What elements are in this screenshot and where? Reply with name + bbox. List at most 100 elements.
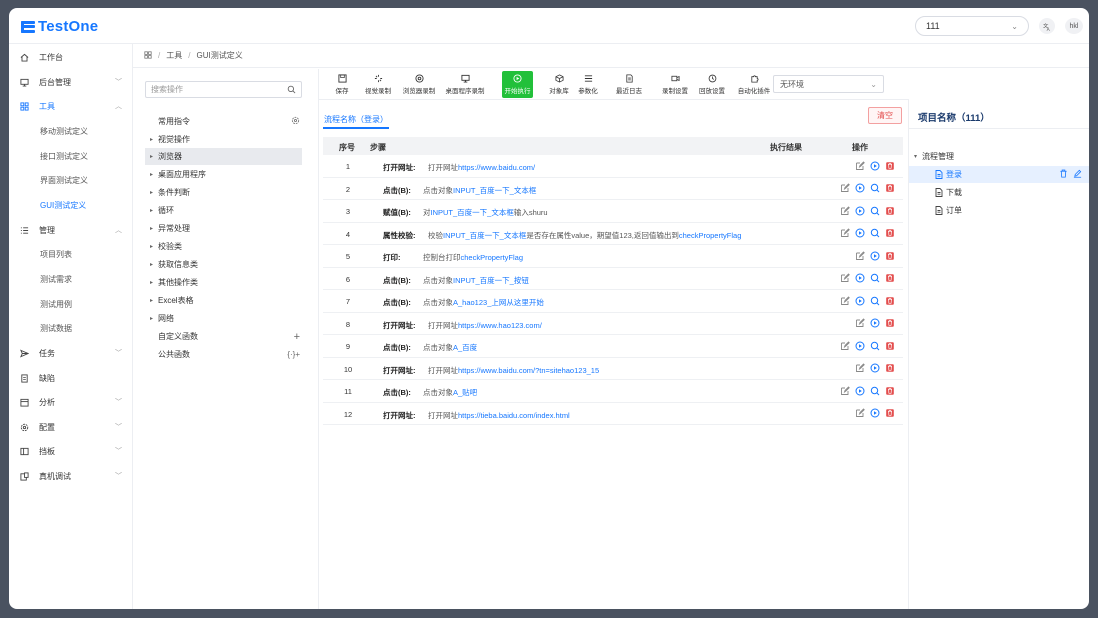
run-step-icon[interactable] [854, 160, 865, 171]
sidebar-item-tasks[interactable]: 任务 ﹀ [9, 343, 133, 363]
op-browser[interactable]: ▸ 浏览器 [145, 148, 302, 165]
sidebar-item-workbench[interactable]: 工作台 [9, 47, 133, 67]
visual-record-button[interactable]: 视觉录制 [362, 71, 394, 98]
delete-icon[interactable] [884, 160, 895, 171]
locate-icon[interactable] [869, 295, 880, 306]
step-desc-link[interactable]: INPUT_百度一下_按钮 [453, 276, 529, 285]
delete-icon[interactable] [884, 408, 895, 419]
run-step-icon[interactable] [869, 250, 880, 261]
run-step-icon[interactable] [869, 318, 880, 329]
edit-icon[interactable] [839, 205, 850, 216]
sidebar-item-gui-test[interactable]: GUI测试定义 [9, 195, 133, 215]
sidebar-item-config[interactable]: 配置 ﹀ [9, 417, 133, 437]
step-desc-link[interactable]: https://tieba.baidu.com/index.html [458, 411, 570, 420]
edit-icon[interactable] [839, 385, 850, 396]
op-common-commands[interactable]: 常用指令 [145, 113, 302, 130]
table-row[interactable]: 6 点击(B): 点击对象INPUT_百度一下_按钮 [323, 268, 903, 290]
grid-home-icon[interactable] [144, 50, 152, 61]
clear-button[interactable]: 清空 [868, 107, 902, 124]
delete-icon[interactable] [884, 205, 895, 216]
locate-icon[interactable] [869, 385, 880, 396]
delete-icon[interactable] [884, 340, 895, 351]
locate-icon[interactable] [869, 340, 880, 351]
replay-settings-button[interactable]: 回放设置 [696, 71, 728, 98]
edit-icon[interactable] [839, 183, 850, 194]
function-add-icon[interactable]: {·}+ [287, 350, 300, 359]
sidebar-item-baffle[interactable]: 挡板 ﹀ [9, 441, 133, 461]
run-step-icon[interactable] [854, 205, 865, 216]
delete-icon[interactable] [884, 183, 895, 194]
tree-node-flow-management[interactable]: ▾ 流程管理 [909, 148, 1089, 165]
gear-icon[interactable] [291, 116, 300, 127]
user-avatar[interactable]: hkl [1065, 18, 1083, 34]
recent-logs-button[interactable]: 最近日志 [614, 71, 644, 98]
run-step-icon[interactable] [854, 385, 865, 396]
delete-icon[interactable] [884, 228, 895, 239]
edit-icon[interactable] [839, 340, 850, 351]
run-step-icon[interactable] [854, 340, 865, 351]
sidebar-item-api-test[interactable]: 接口测试定义 [9, 146, 133, 166]
step-desc-link[interactable]: https://www.baidu.com/?tn=sitehao123_15 [458, 366, 599, 375]
start-execution-button[interactable]: 开始执行 [502, 71, 533, 98]
add-icon[interactable]: + [294, 331, 300, 343]
record-settings-button[interactable]: 录制设置 [659, 71, 691, 98]
sidebar-item-defects[interactable]: 缺陷 [9, 368, 133, 388]
sidebar-item-mobile-test[interactable]: 移动测试定义 [9, 121, 133, 141]
op-network[interactable]: ▸ 网络 [145, 310, 302, 327]
step-desc-link[interactable]: A_hao123_上网从这里开始 [453, 298, 544, 307]
sidebar-item-projects[interactable]: 项目列表 [9, 244, 133, 264]
step-desc-link[interactable]: INPUT_百度一下_文本框 [443, 231, 526, 240]
tree-node-download[interactable]: 下载 [909, 184, 1089, 201]
delete-icon[interactable] [1059, 169, 1068, 180]
sidebar-item-manage[interactable]: 管理 ︿ [9, 220, 133, 240]
ops-search-input[interactable]: 搜索操作 [145, 81, 302, 98]
save-button[interactable]: 保存 [331, 71, 353, 98]
table-row[interactable]: 4 属性校验: 校验INPUT_百度一下_文本框是否存在属性value，期望值123… [323, 223, 903, 245]
delete-icon[interactable] [884, 385, 895, 396]
delete-icon[interactable] [884, 250, 895, 261]
desktop-record-button[interactable]: 桌面程序录制 [443, 71, 487, 98]
table-row[interactable]: 12 打开网址: 打开网址https://tieba.baidu.com/index… [323, 403, 903, 425]
run-step-icon[interactable] [854, 318, 865, 329]
sidebar-item-requirements[interactable]: 测试需求 [9, 269, 133, 289]
run-step-icon[interactable] [854, 408, 865, 419]
run-step-icon[interactable] [854, 295, 865, 306]
sidebar-item-device-debug[interactable]: 真机调试 ﹀ [9, 466, 133, 486]
run-step-icon[interactable] [854, 273, 865, 284]
op-loop[interactable]: ▸ 循环 [145, 202, 302, 219]
step-desc-link[interactable]: checkPropertyFlag [461, 253, 524, 262]
run-step-icon[interactable] [854, 183, 865, 194]
table-row[interactable]: 8 打开网址: 打开网址https://www.hao123.com/ [323, 313, 903, 335]
sidebar-item-analysis[interactable]: 分析 ﹀ [9, 392, 133, 412]
op-custom-functions[interactable]: 自定义函数 + [145, 328, 302, 345]
sidebar-item-backend[interactable]: 后台管理 ﹀ [9, 72, 133, 92]
translate-icon[interactable]: 文A [1039, 18, 1055, 34]
sidebar-item-data[interactable]: 测试数据 [9, 318, 133, 338]
step-desc-link[interactable]: A_百度 [453, 343, 477, 352]
op-visual[interactable]: ▸ 视觉操作 [145, 131, 302, 148]
table-row[interactable]: 3 赋值(B): 对INPUT_百度一下_文本框输入shuru [323, 200, 903, 223]
table-row[interactable]: 7 点击(B): 点击对象A_hao123_上网从这里开始 [323, 290, 903, 313]
op-public-functions[interactable]: 公共函数 {·}+ [145, 346, 302, 363]
table-row[interactable]: 2 点击(B): 点击对象INPUT_百度一下_文本框 [323, 178, 903, 200]
op-assert[interactable]: ▸ 校验类 [145, 238, 302, 255]
automation-plugin-button[interactable]: 自动化插件 [736, 71, 772, 98]
table-row[interactable]: 11 点击(B): 点击对象A_贴吧 [323, 380, 903, 403]
table-row[interactable]: 9 点击(B): 点击对象A_百度 [323, 335, 903, 358]
parameterize-button[interactable]: 参数化 [576, 71, 600, 98]
step-desc-link[interactable]: https://www.hao123.com/ [458, 321, 542, 330]
delete-icon[interactable] [884, 295, 895, 306]
run-step-icon[interactable] [869, 363, 880, 374]
project-select[interactable]: 111 ⌄ [915, 16, 1029, 36]
op-exception[interactable]: ▸ 异常处理 [145, 220, 302, 237]
delete-icon[interactable] [884, 273, 895, 284]
table-row[interactable]: 5 打印: 控制台打印checkPropertyFlag [323, 245, 903, 268]
op-condition[interactable]: ▸ 条件判断 [145, 184, 302, 201]
step-desc-link[interactable]: INPUT_百度一下_文本框 [453, 186, 536, 195]
edit-icon[interactable] [839, 228, 850, 239]
breadcrumb-item-tools[interactable]: 工具 [166, 50, 182, 61]
op-get-info[interactable]: ▸ 获取信息类 [145, 256, 302, 273]
locate-icon[interactable] [869, 183, 880, 194]
sidebar-item-ui-test[interactable]: 界面测试定义 [9, 170, 133, 190]
run-step-icon[interactable] [854, 363, 865, 374]
